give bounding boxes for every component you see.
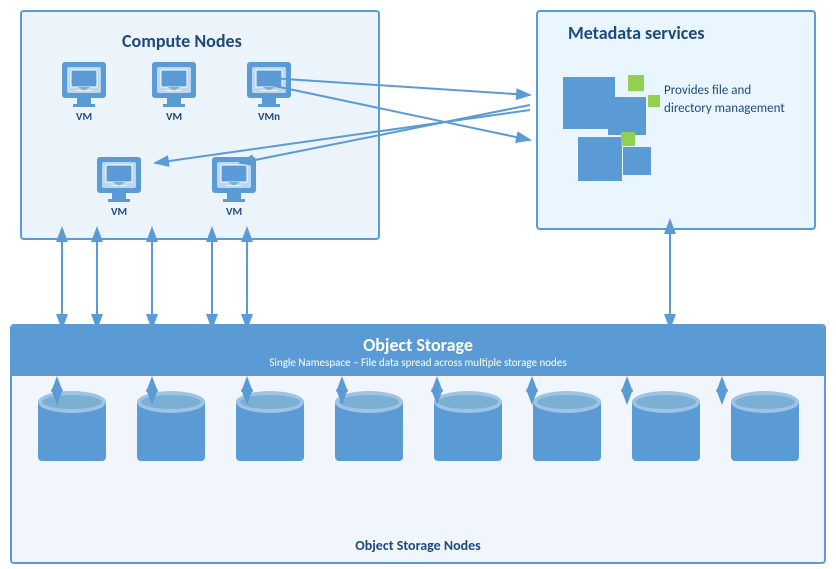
cyl-top-6 — [533, 391, 601, 413]
meta-sq3 — [578, 137, 622, 181]
cyl-top-inner-3 — [240, 395, 300, 409]
vm4-icon: VM — [97, 157, 141, 218]
cylinder-shape-8 — [731, 391, 799, 461]
metadata-squares — [553, 67, 673, 197]
cyl-top-inner-5 — [438, 395, 498, 409]
meta-sq-green3 — [621, 132, 635, 146]
object-storage-subtitle: Single Namespace – File data spread acro… — [269, 356, 566, 369]
vm3-label: VMn — [258, 110, 280, 123]
vm4-monitor — [97, 157, 141, 193]
cyl-top-5 — [434, 391, 502, 413]
cyl-top-4 — [335, 391, 403, 413]
cyl-top-inner-2 — [141, 395, 201, 409]
cyl-top-inner-1 — [42, 395, 102, 409]
cylinder-shape-6 — [533, 391, 601, 461]
vm1-label: VM — [76, 110, 92, 123]
vm2-screen — [157, 67, 191, 93]
cyl-top-inner-8 — [735, 395, 795, 409]
vm4-screen — [102, 162, 136, 188]
cyl-top-inner-7 — [636, 395, 696, 409]
vm3-monitor — [247, 62, 291, 98]
cylinder-5 — [434, 391, 502, 461]
vm4-label: VM — [111, 205, 127, 218]
object-storage-header: Object Storage Single Namespace – File d… — [12, 326, 824, 376]
cylinder-2 — [137, 391, 205, 461]
cyl-top-2 — [137, 391, 205, 413]
cyl-top-1 — [38, 391, 106, 413]
vm1-monitor — [62, 62, 106, 98]
vm5-monitor — [212, 157, 256, 193]
vm1-icon: VM — [62, 62, 106, 123]
meta-sq4 — [623, 147, 651, 175]
cyl-top-7 — [632, 391, 700, 413]
cyl-top-inner-4 — [339, 395, 399, 409]
object-storage-section: Object Storage Single Namespace – File d… — [10, 324, 826, 564]
cyl-top-3 — [236, 391, 304, 413]
cylinder-shape-1 — [38, 391, 106, 461]
cylinder-shape-2 — [137, 391, 205, 461]
object-storage-nodes-label: Object Storage Nodes — [12, 537, 824, 554]
cylinder-1 — [38, 391, 106, 461]
cylinder-8 — [731, 391, 799, 461]
cylinders-row — [22, 391, 814, 461]
meta-sq-green1 — [628, 75, 644, 91]
vm3-icon: VMn — [247, 62, 291, 123]
cyl-top-8 — [731, 391, 799, 413]
metadata-title: Metadata services — [568, 22, 705, 44]
compute-nodes-title: Compute Nodes — [122, 30, 242, 52]
vm3-screen — [252, 67, 286, 93]
object-storage-title: Object Storage — [363, 334, 473, 356]
cylinder-shape-3 — [236, 391, 304, 461]
cyl-top-inner-6 — [537, 395, 597, 409]
compute-nodes-box: Compute Nodes VM — [20, 10, 380, 240]
vm2-monitor — [152, 62, 196, 98]
vm1-screen — [67, 67, 101, 93]
meta-sq2 — [608, 97, 646, 135]
cylinder-6 — [533, 391, 601, 461]
vm2-icon: VM — [152, 62, 196, 123]
vm5-label: VM — [226, 205, 242, 218]
cylinder-4 — [335, 391, 403, 461]
vm5-screen — [217, 162, 251, 188]
cylinder-shape-5 — [434, 391, 502, 461]
cylinder-shape-4 — [335, 391, 403, 461]
diagram: Compute Nodes VM — [0, 0, 836, 569]
cylinder-shape-7 — [632, 391, 700, 461]
vm5-icon: VM — [212, 157, 256, 218]
metadata-box: Metadata services Provides file and dire… — [536, 10, 816, 230]
metadata-description: Provides file and directory management — [664, 82, 794, 118]
vm2-label: VM — [166, 110, 182, 123]
meta-sq-green2 — [648, 95, 660, 107]
cylinder-3 — [236, 391, 304, 461]
cylinder-7 — [632, 391, 700, 461]
